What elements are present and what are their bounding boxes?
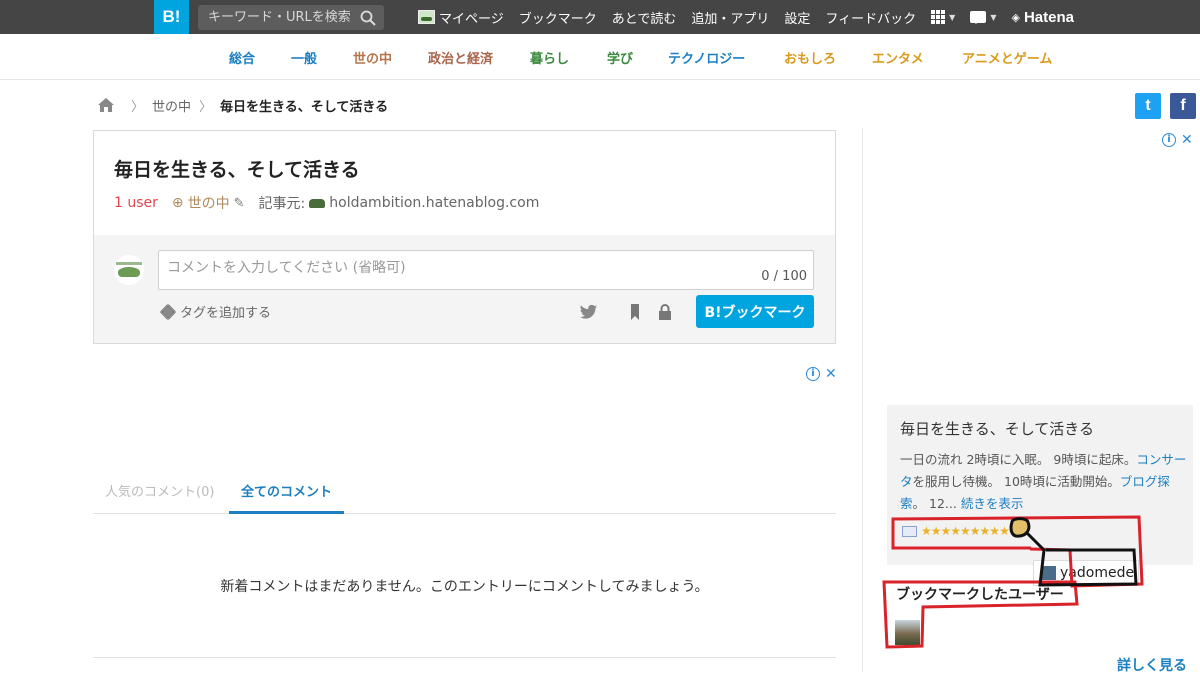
search-icon[interactable] <box>360 10 376 26</box>
close-icon[interactable]: ✕ <box>825 366 837 382</box>
ad-choices-sidebar[interactable]: i ✕ <box>1162 132 1193 148</box>
category-general-all[interactable]: 総合 <box>229 48 255 67</box>
globe-icon: ⊕ <box>171 195 184 211</box>
info-icon: i <box>1162 133 1176 147</box>
mypage-label: マイページ <box>439 11 504 27</box>
comment-input[interactable] <box>159 251 739 285</box>
global-header: B! マイページ ブックマーク あとで読む 追加・アプリ 設定 フィードバック … <box>0 0 1200 34</box>
top-nav: マイページ ブックマーク あとで読む 追加・アプリ 設定 フィードバック ▼ ▼… <box>418 0 1089 34</box>
breadcrumb: 〉 世の中 〉 毎日を生きる、そして活きる <box>97 95 388 115</box>
bookmark-form: 0 / 100 タグを追加する B!ブックマーク <box>94 235 835 343</box>
hatena-bookmark-logo[interactable]: B! <box>154 0 189 34</box>
category-economics[interactable]: 政治と経済 <box>428 48 493 67</box>
star-list[interactable]: ★★★★★★★★★ <box>902 524 1010 538</box>
avatar <box>1042 566 1056 580</box>
see-details-link[interactable]: 詳しく見る <box>1117 655 1187 675</box>
info-icon: i <box>806 367 820 381</box>
pencil-icon[interactable]: ✎ <box>234 196 245 211</box>
category-life[interactable]: 暮らし <box>530 48 569 67</box>
tab-popular-comments[interactable]: 人気のコメント(0) <box>93 478 226 514</box>
chevron-down-icon: ▼ <box>990 12 997 22</box>
user-icon-image <box>418 10 435 24</box>
summary-title[interactable]: 毎日を生きる、そして活きる <box>900 418 1094 439</box>
summary-excerpt: 一日の流れ 2時頃に入眠。 9時頃に起床。コンサータを服用し待機。 10時頃に活… <box>900 449 1188 515</box>
read-later-link[interactable]: あとで読む <box>612 8 677 27</box>
read-later-icon[interactable] <box>626 304 644 320</box>
tag-icon <box>159 303 177 320</box>
breadcrumb-parent[interactable]: 世の中 <box>152 96 191 115</box>
mypage-link[interactable]: マイページ <box>418 8 504 27</box>
bookmarked-users-heading: ブックマークしたユーザー <box>896 587 1064 603</box>
entry-meta: 1 user ⊕ 世の中 ✎ 記事元: holdambition.hatenab… <box>114 193 539 213</box>
feedback-link[interactable]: フィードバック <box>825 8 916 27</box>
comment-tabs: 人気のコメント(0) 全てのコメント <box>93 478 836 514</box>
message-icon <box>970 11 987 24</box>
search-input[interactable] <box>198 5 358 30</box>
avatar <box>114 255 144 285</box>
chevron-right-icon: 〉 <box>131 99 145 115</box>
hatena-icon: ◈ <box>1011 10 1020 24</box>
empty-comments-message: 新着コメントはまだありません。このエントリーにコメントしてみましょう。 <box>220 579 709 595</box>
add-tag-label: タグを追加する <box>180 306 272 321</box>
home-icon[interactable] <box>97 97 115 113</box>
column-divider <box>862 128 863 672</box>
bookmarked-user-avatar[interactable] <box>895 620 920 645</box>
category-social[interactable]: 世の中 <box>353 48 392 67</box>
site-favicon-icon <box>309 198 326 208</box>
close-icon[interactable]: ✕ <box>1181 132 1193 148</box>
category-nav: 総合 一般 世の中 政治と経済 暮らし 学び テクノロジー おもしろ エンタメ … <box>0 34 1200 80</box>
category-general[interactable]: 一般 <box>291 48 317 67</box>
comment-counter: 0 / 100 <box>761 269 807 284</box>
twitter-icon[interactable] <box>580 304 598 320</box>
source-label: 記事元: <box>258 196 306 212</box>
chevron-right-icon: 〉 <box>199 99 213 115</box>
hatena-brand: Hatena <box>1023 8 1074 26</box>
bookmark-link[interactable]: ブックマーク <box>519 8 597 27</box>
search-box[interactable] <box>198 5 384 30</box>
entry-summary-panel: 毎日を生きる、そして活きる 一日の流れ 2時頃に入眠。 9時頃に起床。コンサータ… <box>887 405 1193 565</box>
add-app-link[interactable]: 追加・アプリ <box>691 8 769 27</box>
add-tag-button[interactable]: タグを追加する <box>159 302 272 321</box>
source-domain[interactable]: holdambition.hatenablog.com <box>329 195 539 211</box>
tab-all-comments[interactable]: 全てのコメント <box>229 478 345 514</box>
notifications-button[interactable]: ▼ <box>970 11 997 24</box>
twitter-share-button[interactable]: t <box>1135 93 1161 119</box>
star-user-tooltip: yadomede <box>1033 560 1140 586</box>
excerpt-text: 一日の流れ 2時頃に入眠。 9時頃に起床。 <box>900 452 1137 467</box>
add-star-icon[interactable] <box>902 525 917 537</box>
category-game[interactable]: アニメとゲーム <box>962 48 1052 67</box>
lock-icon[interactable] <box>656 304 674 320</box>
divider <box>93 657 836 658</box>
category-fun[interactable]: おもしろ <box>784 48 836 67</box>
settings-link[interactable]: 設定 <box>784 8 810 27</box>
excerpt-text: 。 12... <box>912 496 957 511</box>
star-user-name[interactable]: yadomede <box>1060 565 1138 581</box>
ad-choices[interactable]: i ✕ <box>806 366 837 382</box>
read-more-link[interactable]: 続きを表示 <box>961 496 1024 511</box>
facebook-share-button[interactable]: f <box>1170 93 1196 119</box>
category-entertainment[interactable]: エンタメ <box>872 48 924 67</box>
user-count[interactable]: 1 user <box>114 195 158 211</box>
grid-icon <box>931 10 946 24</box>
hatena-account-link[interactable]: ◈ Hatena <box>1011 9 1074 26</box>
chevron-down-icon: ▼ <box>949 12 956 22</box>
stars: ★★★★★★★★★ <box>921 524 1010 538</box>
breadcrumb-current: 毎日を生きる、そして活きる <box>220 99 389 115</box>
entry-card: 毎日を生きる、そして活きる 1 user ⊕ 世の中 ✎ 記事元: holdam… <box>93 130 836 344</box>
comment-box[interactable]: 0 / 100 <box>158 250 814 290</box>
apps-menu-button[interactable]: ▼ <box>931 10 955 24</box>
entry-title[interactable]: 毎日を生きる、そして活きる <box>114 155 360 182</box>
entry-category[interactable]: 世の中 <box>188 193 230 213</box>
category-technology[interactable]: テクノロジー <box>668 48 745 67</box>
add-bookmark-button[interactable]: B!ブックマーク <box>696 295 814 328</box>
category-knowledge[interactable]: 学び <box>607 48 633 67</box>
excerpt-text: を服用し待機。 10時頃に活動開始。 <box>912 474 1120 489</box>
